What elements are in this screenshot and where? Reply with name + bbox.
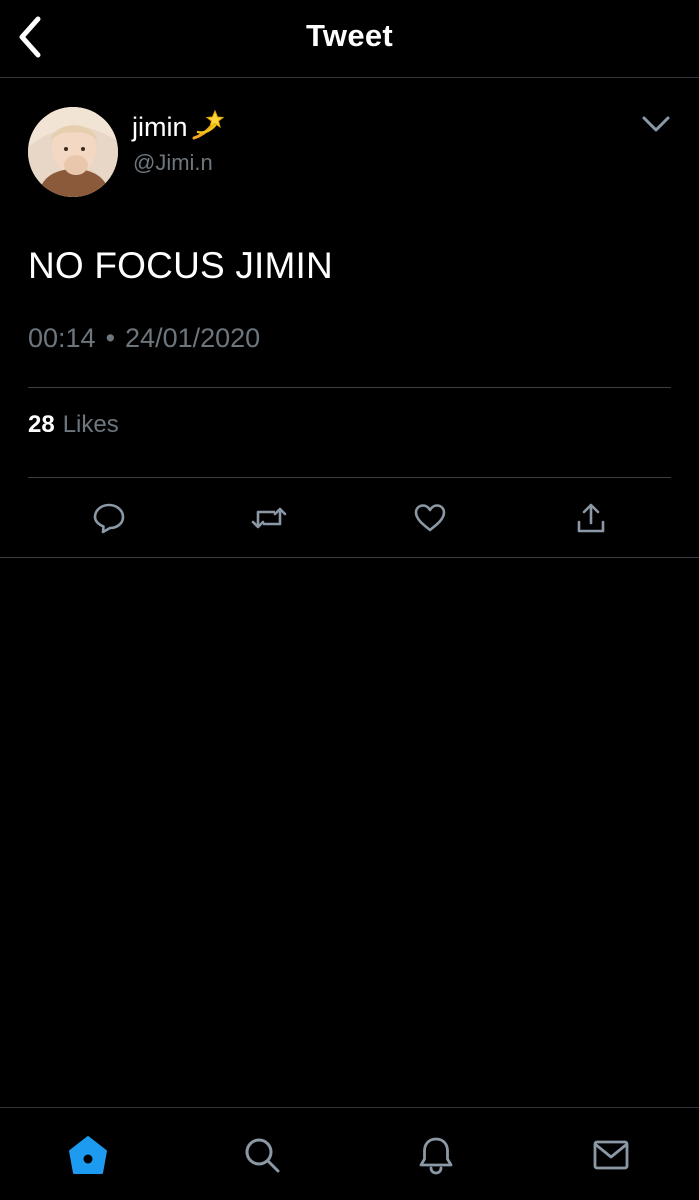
notifications-icon <box>419 1137 453 1175</box>
tweet-text: NO FOCUS JIMIN <box>28 245 333 286</box>
likes-count: 28 <box>28 411 55 438</box>
author-name-row[interactable]: jimin <box>132 108 224 147</box>
bottom-tab-bar <box>0 1107 699 1200</box>
tab-home[interactable] <box>63 1130 113 1180</box>
display-name: jimin <box>132 112 188 142</box>
more-options-button[interactable] <box>636 104 676 144</box>
retweet-icon <box>251 507 287 529</box>
share-icon <box>577 503 605 533</box>
avatar-image <box>28 107 118 197</box>
tab-search[interactable] <box>237 1130 287 1180</box>
top-bar: Tweet <box>0 0 699 78</box>
tweet-date: 24/01/2020 <box>125 323 261 353</box>
likes-stat[interactable]: 28 Likes <box>28 411 119 439</box>
chevron-down-icon <box>642 116 670 132</box>
meta-separator: • <box>105 323 116 353</box>
reply-button[interactable] <box>87 496 131 540</box>
tab-notifications[interactable] <box>411 1130 461 1180</box>
search-icon <box>245 1138 280 1173</box>
tweet-actions <box>0 478 699 558</box>
divider <box>28 387 671 388</box>
author-handle[interactable]: @Jimi.n <box>133 150 213 176</box>
page-title: Tweet <box>305 18 394 53</box>
dizzy-emoji-icon <box>190 108 224 147</box>
retweet-button[interactable] <box>247 496 291 540</box>
likes-label: Likes <box>62 411 119 438</box>
tweet-time: 00:14 <box>28 323 96 353</box>
home-icon <box>69 1136 107 1174</box>
tab-messages[interactable] <box>586 1130 636 1180</box>
reply-icon <box>93 503 125 534</box>
messages-icon <box>593 1140 629 1170</box>
like-icon <box>414 504 446 532</box>
tweet-meta: 00:14 • 24/01/2020 <box>28 323 260 354</box>
avatar[interactable] <box>28 107 118 197</box>
like-button[interactable] <box>408 496 452 540</box>
share-button[interactable] <box>569 496 613 540</box>
